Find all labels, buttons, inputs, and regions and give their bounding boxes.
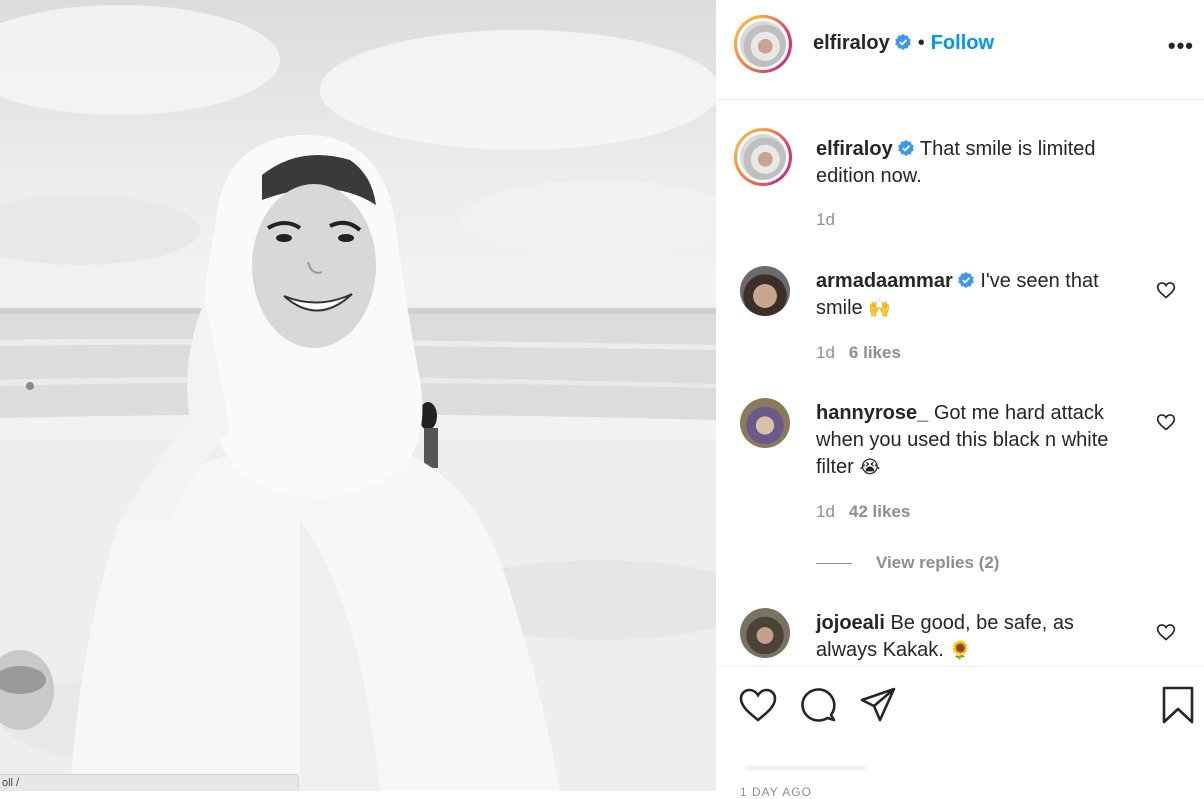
comment-text-block: jojoeali Be good, be safe, as always Kak…	[816, 610, 1136, 664]
avatar-image	[740, 134, 786, 180]
caption-timestamp[interactable]: 1d	[816, 210, 835, 229]
view-replies-button[interactable]: View replies (2)	[816, 553, 999, 573]
commenter-avatar[interactable]	[740, 266, 790, 316]
more-options-icon[interactable]: •••	[1168, 35, 1194, 57]
header-user-line: elfiraloy • Follow	[813, 32, 994, 55]
share-icon[interactable]	[858, 685, 898, 725]
likes-row-placeholder	[746, 765, 866, 771]
comment-username[interactable]: jojoeali	[816, 612, 885, 634]
avatar-border	[737, 18, 789, 70]
verified-badge-icon	[894, 33, 911, 51]
caption-avatar[interactable]	[734, 128, 792, 186]
commenter-avatar[interactable]	[740, 398, 790, 448]
follow-button[interactable]: Follow	[931, 32, 994, 54]
post-timestamp[interactable]: 1 DAY AGO	[740, 785, 812, 799]
comment-likes[interactable]: 42 likes	[849, 502, 910, 521]
view-replies-label: View replies (2)	[876, 553, 1000, 572]
caption-time: 1d	[816, 210, 835, 230]
verified-badge-icon	[957, 271, 974, 289]
post-side-panel: elfiraloy • Follow ••• elfiraloy That smil…	[716, 0, 1204, 799]
crying-face-emoji: 😭	[859, 457, 881, 478]
separator-dot: •	[917, 32, 925, 54]
raising-hands-emoji: 🙌	[868, 298, 891, 319]
comment-likes[interactable]: 6 likes	[849, 343, 901, 362]
header-username[interactable]: elfiraloy	[813, 32, 890, 54]
caption-username[interactable]: elfiraloy	[816, 138, 893, 160]
replies-divider-line	[816, 563, 852, 565]
comment-icon[interactable]	[798, 685, 838, 725]
browser-status-bar: oll /	[0, 774, 299, 791]
sunflower-emoji: 🌻	[949, 640, 972, 661]
comment-meta: 1d 42 likes	[816, 502, 910, 522]
comment-time[interactable]: 1d	[816, 343, 835, 362]
avatar-image	[740, 21, 786, 67]
like-comment-heart-icon[interactable]	[1156, 280, 1176, 300]
comment-username[interactable]: armadaammar	[816, 270, 953, 292]
avatar-border	[737, 131, 789, 183]
post-photo[interactable]: oll /	[0, 0, 716, 791]
heart-icon[interactable]	[738, 685, 778, 725]
comment-time[interactable]: 1d	[816, 502, 835, 521]
like-comment-heart-icon[interactable]	[1156, 622, 1176, 642]
comment-text-block: hannyrose_ Got me hard attack when you u…	[816, 400, 1136, 481]
verified-badge-icon	[897, 139, 914, 157]
post-actions: 1 DAY AGO	[716, 666, 1204, 799]
comments-list[interactable]: elfiraloy That smile is limited edition …	[716, 100, 1204, 666]
comment-text-block: armadaammar I've seen that smile 🙌	[816, 268, 1136, 322]
caption-text-block: elfiraloy That smile is limited edition …	[816, 136, 1136, 190]
post-header: elfiraloy • Follow •••	[716, 0, 1204, 100]
comment-meta: 1d 6 likes	[816, 343, 901, 363]
post-photo-illustration	[0, 5, 716, 791]
author-avatar[interactable]	[734, 15, 792, 73]
like-comment-heart-icon[interactable]	[1156, 412, 1176, 432]
bookmark-icon[interactable]	[1158, 685, 1198, 725]
comment-username[interactable]: hannyrose_	[816, 402, 928, 424]
commenter-avatar[interactable]	[740, 608, 790, 658]
